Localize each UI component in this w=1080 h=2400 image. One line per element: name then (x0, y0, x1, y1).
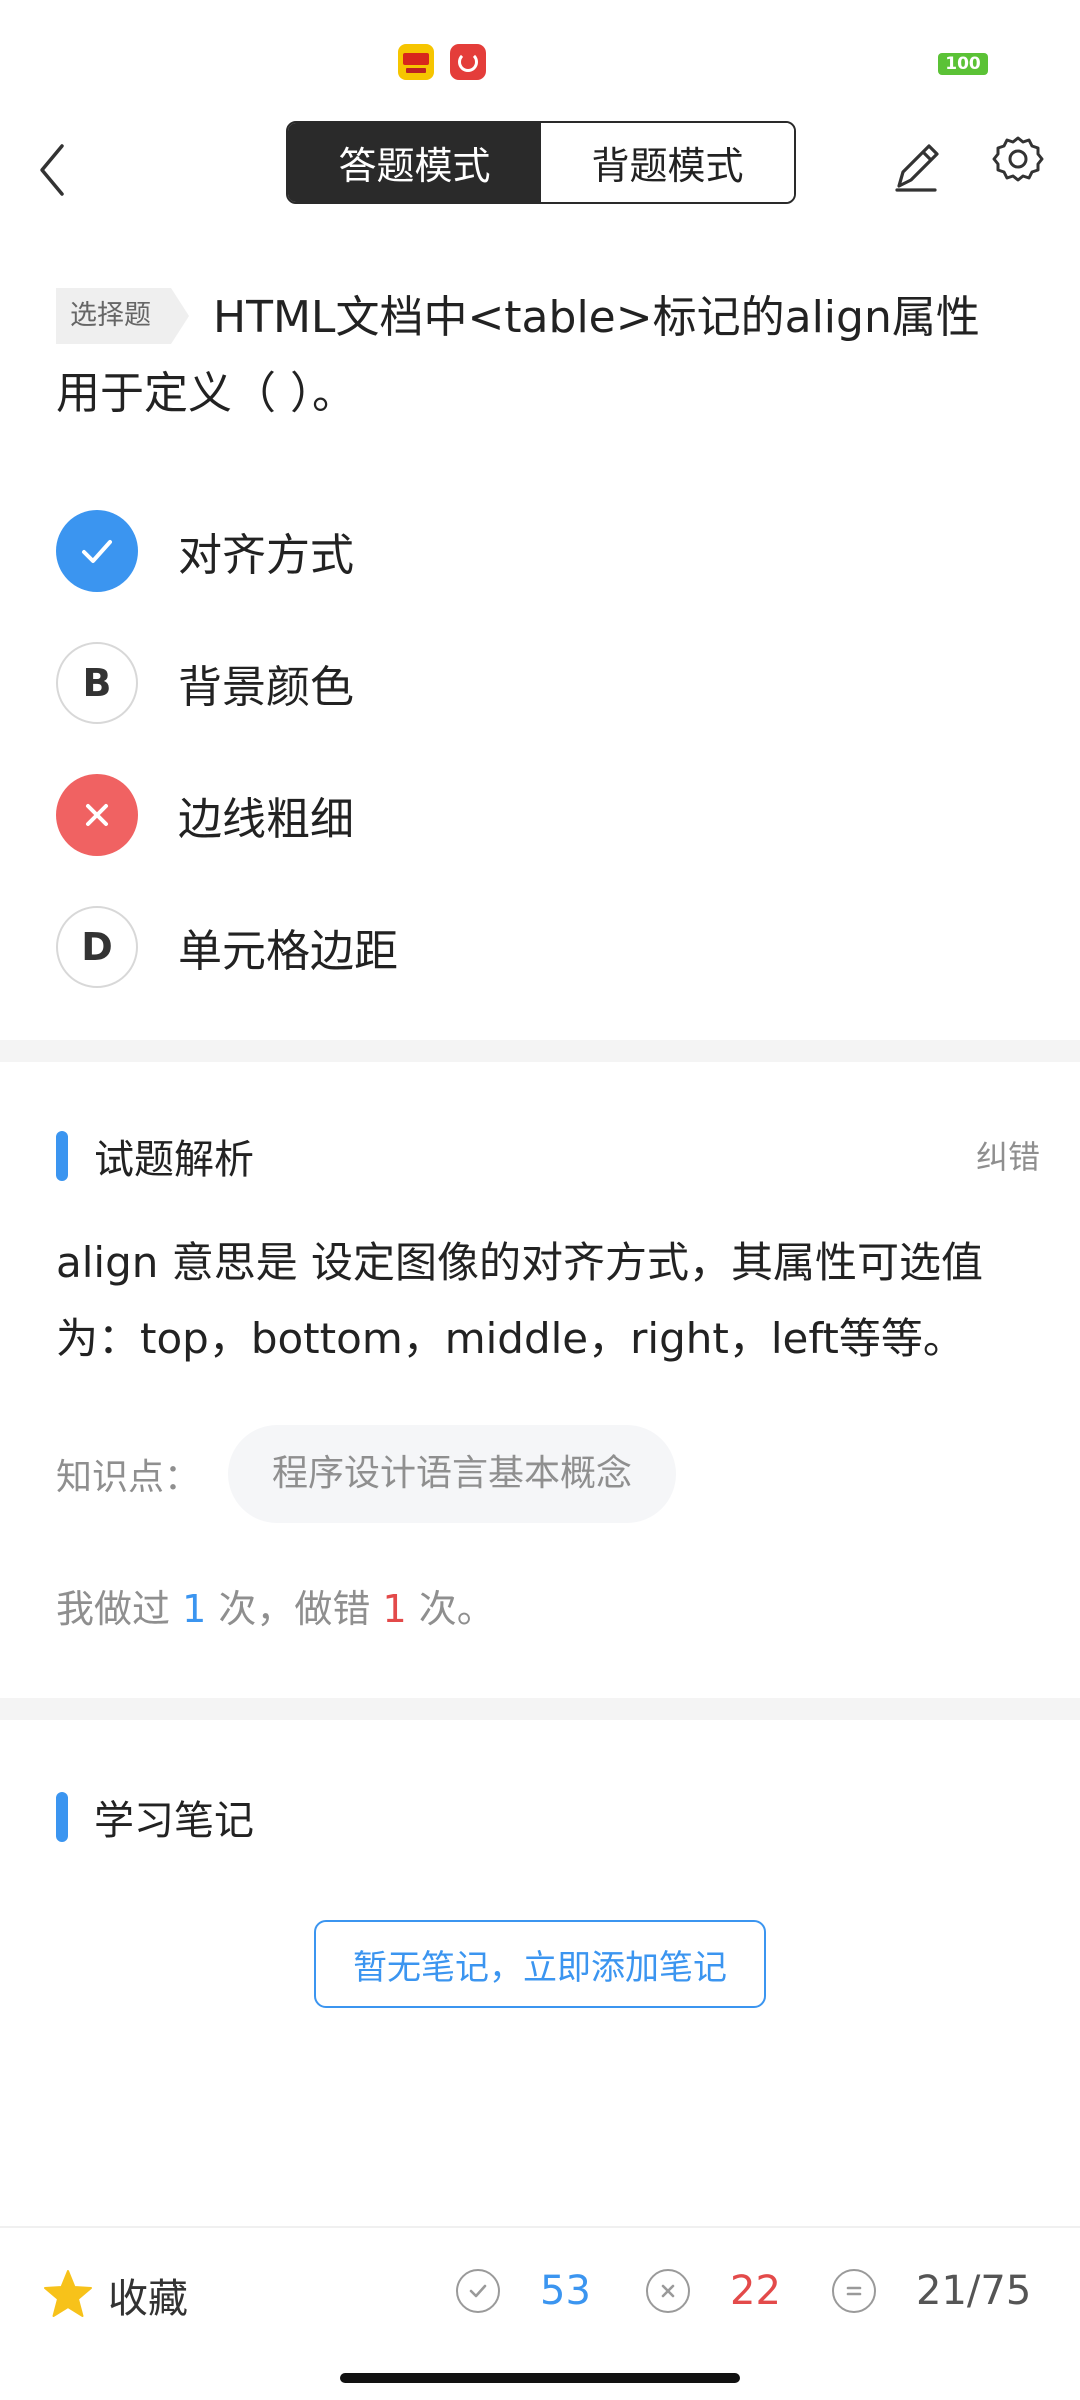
option-d[interactable]: D 单元格边距 (56, 881, 1016, 1013)
music-app-icon (450, 44, 486, 80)
record-wrong-count: 1 (382, 1587, 407, 1631)
star-icon (44, 2270, 92, 2317)
check-icon (82, 540, 112, 563)
edit-button[interactable] (885, 128, 945, 198)
check-circle-icon (456, 2269, 500, 2313)
analysis-title: 试题解析 (56, 1127, 254, 1185)
settings-button[interactable] (986, 128, 1050, 198)
knowledge-point-chip[interactable]: 程序设计语言基本概念 (228, 1425, 677, 1523)
add-note-button[interactable]: 暂无笔记，立即添加笔记 (314, 1920, 766, 2008)
gear-icon (992, 136, 1044, 182)
report-error-link[interactable]: 纠错 (976, 1132, 1040, 1178)
option-a-text: 对齐方式 (178, 530, 354, 581)
tab-answer-mode[interactable]: 答题模式 (288, 123, 541, 202)
progress-stat[interactable]: 21/75 (832, 2268, 1031, 2314)
section-divider (0, 1698, 1080, 1720)
chevron-left-icon (40, 144, 64, 196)
option-b[interactable]: B 背景颜色 (56, 617, 1016, 749)
favorite-label: 收藏 (108, 2276, 188, 2322)
option-d-text: 单元格边距 (178, 926, 398, 977)
pencil-icon (895, 144, 939, 192)
record-prefix: 我做过 (56, 1587, 171, 1631)
wrong-count: 22 (730, 2268, 781, 2314)
option-b-marker: B (56, 642, 138, 724)
back-button[interactable] (30, 128, 90, 208)
correct-count: 53 (540, 2268, 591, 2314)
progress-count: 21/75 (916, 2268, 1032, 2314)
knowledge-point-label: 知识点： (56, 1457, 201, 1498)
list-circle-icon (832, 2269, 876, 2313)
status-bar: 100 (0, 0, 1080, 110)
home-indicator[interactable] (340, 2373, 740, 2383)
section-accent-bar (56, 1792, 68, 1842)
section-divider (0, 1040, 1080, 1062)
analysis-title-text: 试题解析 (94, 1137, 254, 1183)
question-text: HTML文档中<table>标记的align属性用于定义（ ）。 (56, 292, 980, 419)
favorite-button[interactable]: 收藏 (40, 2266, 188, 2324)
close-circle-icon (646, 2269, 690, 2313)
practice-record: 我做过 1 次，做错 1 次。 (56, 1578, 495, 1633)
notes-title-text: 学习笔记 (94, 1798, 254, 1844)
header: 答题模式 背题模式 (0, 110, 1080, 225)
wrong-count-stat[interactable]: 22 (646, 2268, 781, 2314)
option-a[interactable]: 对齐方式 (56, 485, 1016, 617)
battery-indicator: 100 (938, 53, 988, 75)
section-accent-bar (56, 1131, 68, 1181)
mode-switch: 答题模式 背题模式 (286, 121, 796, 204)
option-c-text: 边线粗细 (178, 794, 354, 845)
option-a-marker (56, 510, 138, 592)
options-list: 对齐方式 B 背景颜色 边线粗细 D 单元格边距 (56, 485, 1016, 1013)
record-mid: 次，做错 (218, 1587, 371, 1631)
correct-count-stat[interactable]: 53 (456, 2268, 591, 2314)
notes-title: 学习笔记 (56, 1788, 254, 1846)
yellow-app-icon (398, 44, 434, 80)
record-suffix: 次。 (418, 1587, 495, 1631)
analysis-text: align 意思是 设定图像的对齐方式，其属性可选值为：top，bottom，m… (56, 1238, 984, 1363)
option-d-marker: D (56, 906, 138, 988)
question-type-tag: 选择题 (56, 288, 189, 344)
option-c[interactable]: 边线粗细 (56, 749, 1016, 881)
record-done-count: 1 (182, 1587, 207, 1631)
option-c-marker (56, 774, 138, 856)
question-stem: 选择题 HTML文档中<table>标记的align属性用于定义（ ）。 (56, 280, 1016, 432)
option-b-text: 背景颜色 (178, 662, 354, 713)
tab-recite-mode[interactable]: 背题模式 (541, 123, 794, 202)
close-icon (86, 804, 108, 826)
